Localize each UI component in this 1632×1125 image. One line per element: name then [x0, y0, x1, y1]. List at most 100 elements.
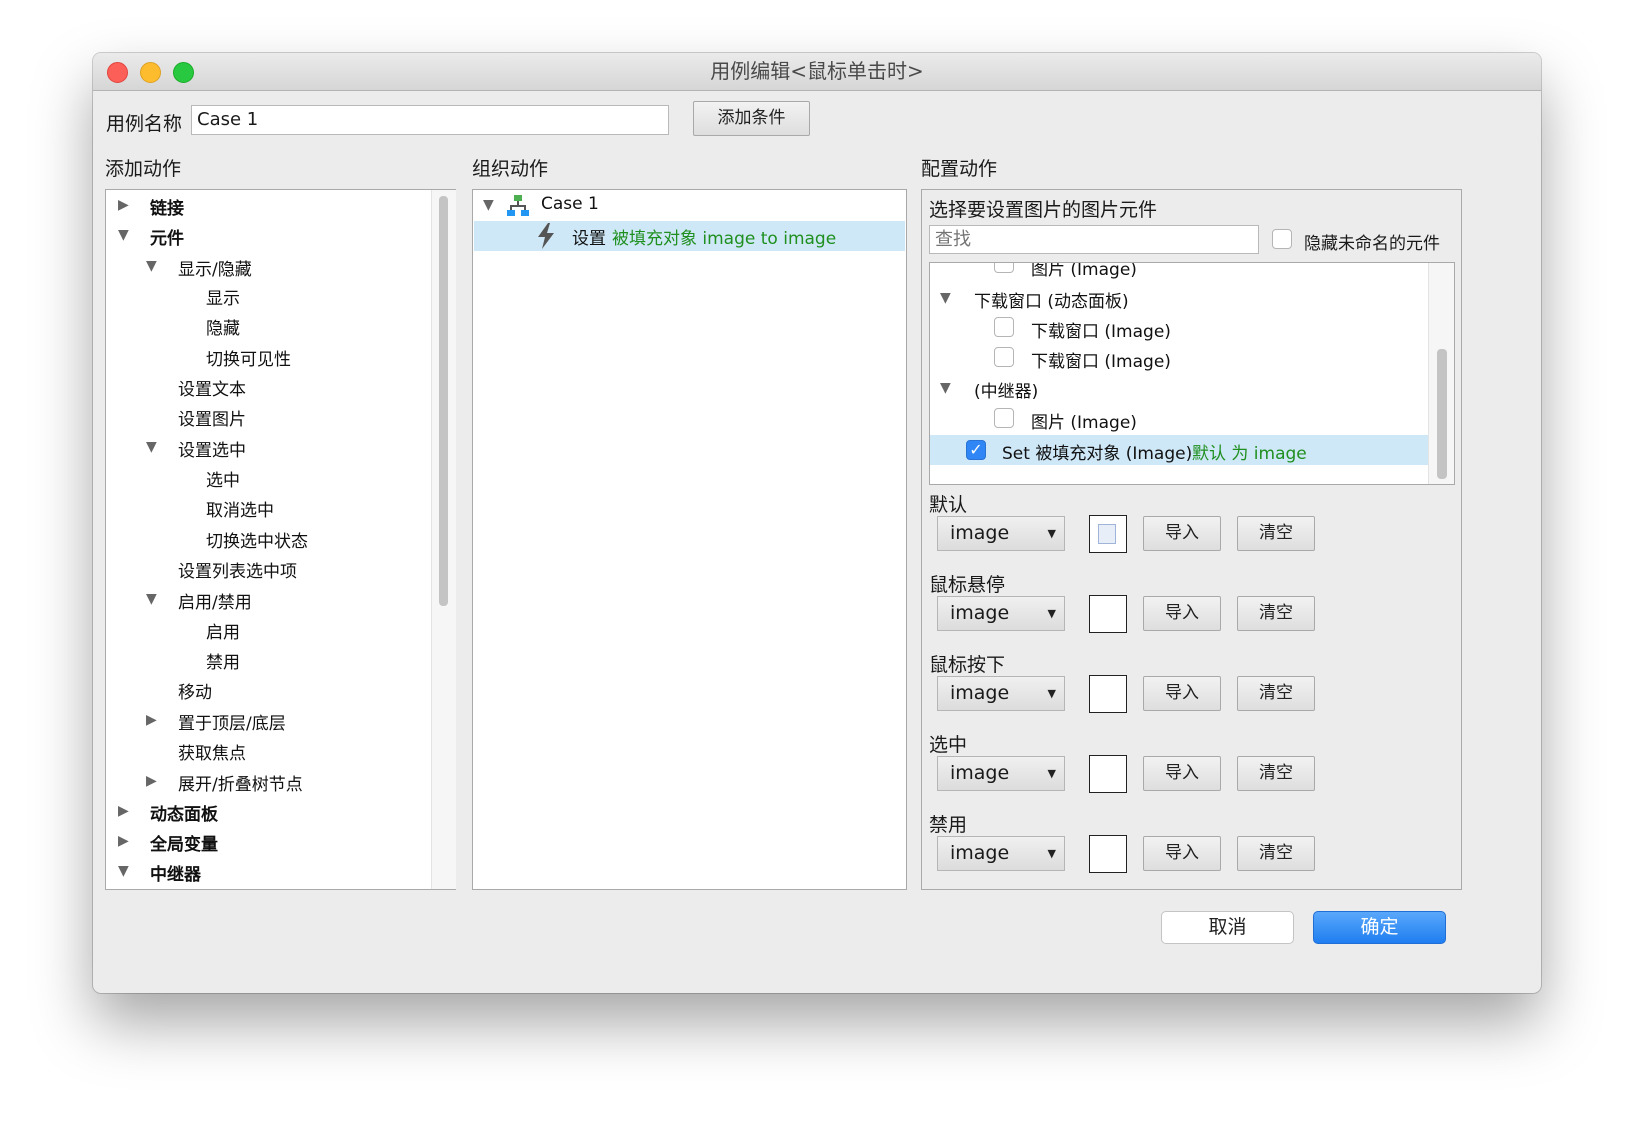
- expand-arrow-icon[interactable]: [118, 830, 129, 850]
- import-button-hover[interactable]: 导入: [1143, 596, 1221, 631]
- add-condition-button[interactable]: 添加条件: [693, 101, 810, 136]
- image-preview-hover[interactable]: [1089, 595, 1127, 633]
- state-select-default[interactable]: image ▼: [937, 516, 1065, 551]
- expand-arrow-icon[interactable]: [146, 709, 157, 729]
- add-action-heading: 添加动作: [105, 158, 182, 180]
- image-preview-mousedown[interactable]: [1089, 675, 1127, 713]
- configure-action-heading: 配置动作: [921, 158, 998, 180]
- checkmark-icon[interactable]: ✓: [966, 440, 986, 460]
- widget-tree-scrollbar[interactable]: [1428, 263, 1454, 484]
- action-prefix: 设置: [572, 229, 606, 249]
- configure-heading: 选择要设置图片的图片元件: [929, 199, 1158, 221]
- tree-item-select[interactable]: 选中: [206, 466, 240, 491]
- tree-item-deselect[interactable]: 取消选中: [206, 496, 274, 521]
- tree-item-focus[interactable]: 获取焦点: [178, 739, 246, 764]
- widget-checkbox[interactable]: [994, 317, 1014, 337]
- tree-item-hide[interactable]: 隐藏: [206, 314, 240, 339]
- tree-item-toggle-visibility[interactable]: 切换可见性: [206, 345, 291, 370]
- state-select-hover[interactable]: image ▼: [937, 596, 1065, 631]
- widget-label: 下载窗口 (Image): [1031, 322, 1171, 342]
- title-bar: 用例编辑<鼠标单击时>: [93, 53, 1541, 91]
- expand-arrow-icon[interactable]: [146, 770, 157, 790]
- selected-action-row[interactable]: 设置 被填充对象 image to image: [474, 221, 905, 251]
- widget-tree: 图片 (Image) 下载窗口 (动态面板) 下载窗口 (Image) 下载窗口…: [929, 262, 1455, 485]
- collapse-arrow-icon[interactable]: [146, 436, 157, 456]
- widget-node-repeater[interactable]: (中继器): [940, 377, 1038, 402]
- tree-node-global-variable[interactable]: 全局变量: [118, 830, 218, 855]
- tree-item-set-list-selection[interactable]: 设置列表选中项: [178, 557, 297, 582]
- widget-checkbox[interactable]: [994, 263, 1014, 273]
- tree-node-repeater[interactable]: 中继器: [118, 860, 201, 885]
- lightning-icon: [536, 223, 556, 249]
- case-name-input[interactable]: Case 1: [191, 105, 669, 135]
- tree-node-widget[interactable]: 元件: [118, 224, 184, 249]
- dropdown-caret-icon: ▼: [1047, 847, 1056, 860]
- scrollbar-thumb[interactable]: [439, 196, 448, 606]
- state-select-disabled[interactable]: image ▼: [937, 836, 1065, 871]
- clear-button-disabled[interactable]: 清空: [1237, 836, 1315, 871]
- collapse-arrow-icon[interactable]: [146, 255, 157, 275]
- state-select-selected[interactable]: image ▼: [937, 756, 1065, 791]
- dropdown-caret-icon: ▼: [1047, 527, 1056, 540]
- tree-item-show[interactable]: 显示: [206, 284, 240, 309]
- tree-item-move[interactable]: 移动: [178, 678, 212, 703]
- collapse-arrow-icon[interactable]: [940, 287, 951, 307]
- tree-node-bring-front-back[interactable]: 置于顶层/底层: [146, 709, 286, 734]
- widget-search-input[interactable]: [929, 225, 1259, 254]
- scrollbar-thumb[interactable]: [1437, 349, 1447, 479]
- collapse-arrow-icon[interactable]: [146, 588, 157, 608]
- clear-button-default[interactable]: 清空: [1237, 516, 1315, 551]
- tree-item-disable[interactable]: 禁用: [206, 648, 240, 673]
- image-preview-selected[interactable]: [1089, 755, 1127, 793]
- collapse-arrow-icon[interactable]: [940, 377, 951, 397]
- minimize-window-button[interactable]: [140, 62, 161, 83]
- import-button-default[interactable]: 导入: [1143, 516, 1221, 551]
- state-label-hover: 鼠标悬停: [929, 574, 1006, 596]
- case-node[interactable]: Case 1: [483, 194, 599, 216]
- image-thumbnail-icon: [1098, 524, 1116, 544]
- collapse-arrow-icon[interactable]: [118, 860, 129, 880]
- selected-widget-row[interactable]: ✓ Set 被填充对象 (Image) 默认 为 image: [930, 435, 1428, 465]
- tree-node-link[interactable]: 链接: [118, 194, 184, 219]
- tree-node-expand-collapse[interactable]: 展开/折叠树节点: [146, 770, 303, 795]
- import-button-mousedown[interactable]: 导入: [1143, 676, 1221, 711]
- zoom-window-button[interactable]: [173, 62, 194, 83]
- use-case-editor-window: 用例编辑<鼠标单击时> 用例名称 Case 1 添加条件 添加动作 组织动作 配…: [93, 53, 1541, 993]
- state-select-mousedown[interactable]: image ▼: [937, 676, 1065, 711]
- add-action-scrollbar[interactable]: [431, 190, 456, 889]
- selected-widget-detail: 默认 为 image: [1192, 444, 1307, 464]
- widget-checkbox[interactable]: [994, 347, 1014, 367]
- ok-button[interactable]: 确定: [1313, 911, 1446, 944]
- expand-arrow-icon[interactable]: [118, 800, 129, 820]
- expand-arrow-icon[interactable]: [118, 194, 129, 214]
- state-label-disabled: 禁用: [929, 814, 968, 836]
- tree-node-set-selected[interactable]: 设置选中: [146, 436, 246, 461]
- import-button-selected[interactable]: 导入: [1143, 756, 1221, 791]
- tree-node-enable-disable[interactable]: 启用/禁用: [146, 588, 252, 613]
- dropdown-caret-icon: ▼: [1047, 607, 1056, 620]
- hide-unnamed-checkbox[interactable]: [1272, 229, 1292, 249]
- collapse-arrow-icon[interactable]: [118, 224, 129, 244]
- cancel-button[interactable]: 取消: [1161, 911, 1294, 944]
- clear-button-mousedown[interactable]: 清空: [1237, 676, 1315, 711]
- tree-node-show-hide[interactable]: 显示/隐藏: [146, 255, 252, 280]
- import-button-disabled[interactable]: 导入: [1143, 836, 1221, 871]
- add-action-tree: 链接 元件 显示/隐藏 显示 隐藏 切换可见性 设置文本 设置图片 设置选中 选…: [105, 189, 456, 890]
- window-title: 用例编辑<鼠标单击时>: [710, 59, 924, 83]
- image-preview-disabled[interactable]: [1089, 835, 1127, 873]
- action-detail: 被填充对象 image to image: [612, 229, 837, 249]
- clear-button-hover[interactable]: 清空: [1237, 596, 1315, 631]
- widget-label: 下载窗口 (Image): [1031, 352, 1171, 372]
- image-preview-default[interactable]: [1089, 515, 1127, 553]
- tree-node-dynamic-panel[interactable]: 动态面板: [118, 800, 218, 825]
- tree-item-set-image[interactable]: 设置图片: [178, 405, 246, 430]
- collapse-arrow-icon[interactable]: [483, 194, 494, 214]
- widget-label: 图片 (Image): [1031, 413, 1137, 433]
- widget-node-download-panel[interactable]: 下载窗口 (动态面板): [940, 287, 1129, 312]
- widget-checkbox[interactable]: [994, 408, 1014, 428]
- tree-item-toggle-selected[interactable]: 切换选中状态: [206, 527, 308, 552]
- clear-button-selected[interactable]: 清空: [1237, 756, 1315, 791]
- close-window-button[interactable]: [107, 62, 128, 83]
- tree-item-set-text[interactable]: 设置文本: [178, 375, 246, 400]
- tree-item-enable[interactable]: 启用: [206, 618, 240, 643]
